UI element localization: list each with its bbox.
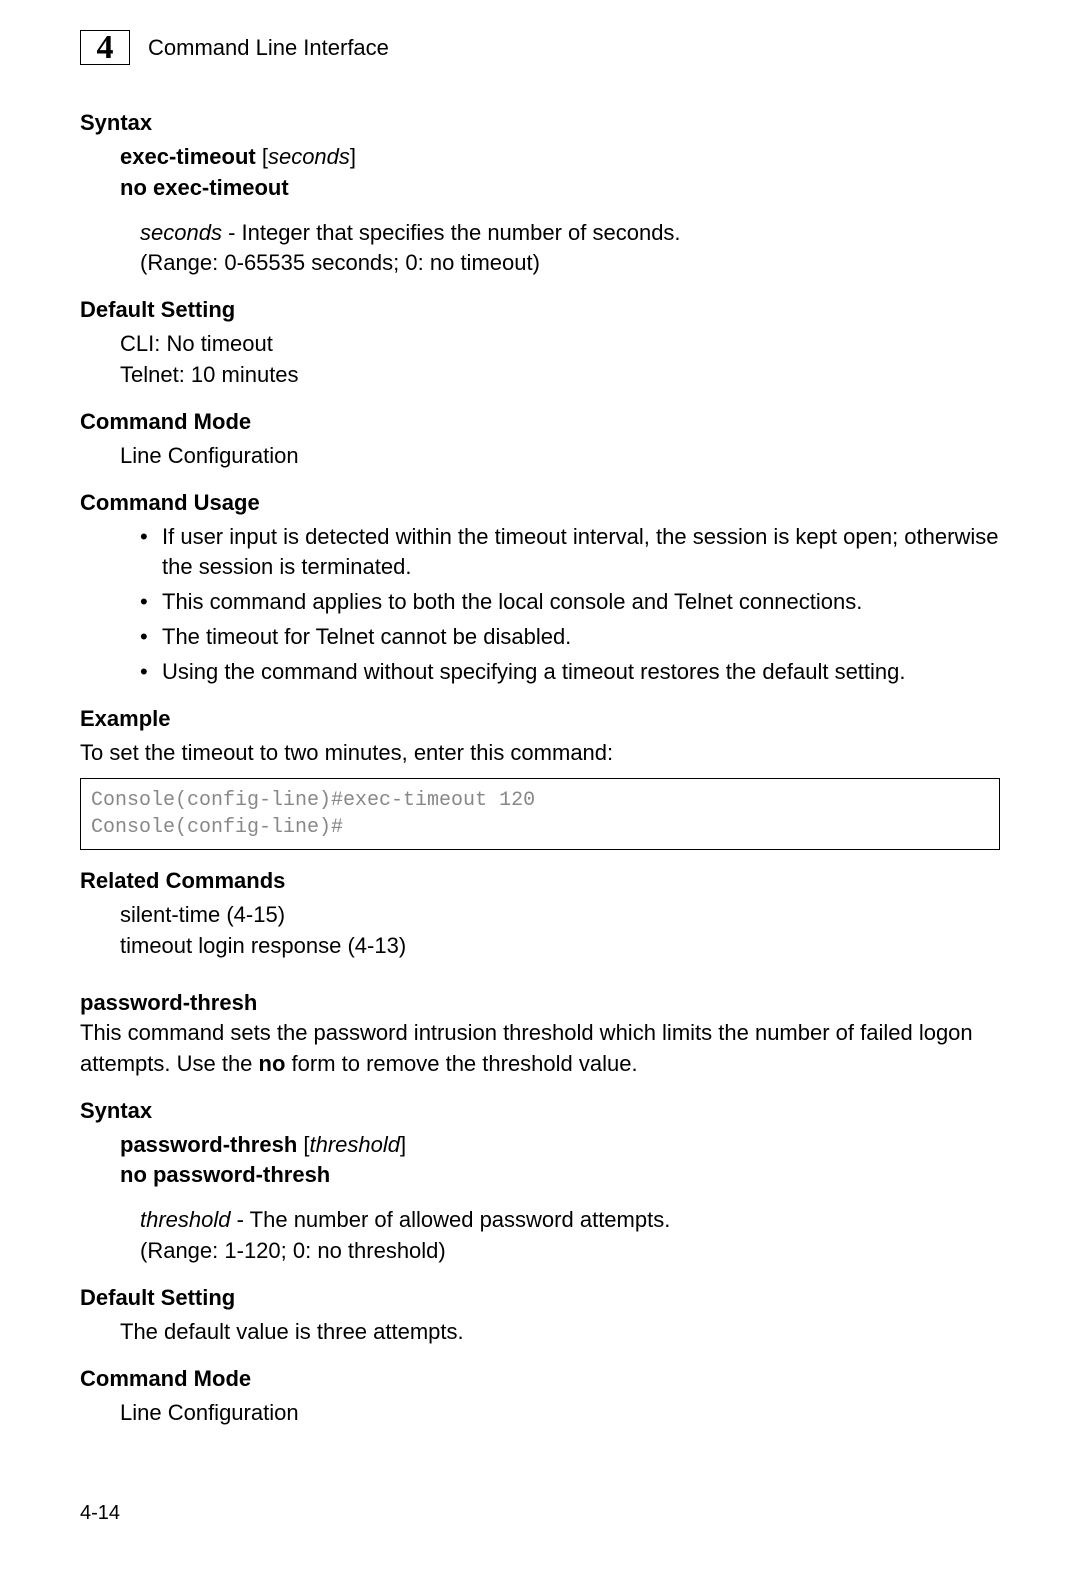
default-value: The default value is three attempts. [120, 1317, 1000, 1348]
related-command-1: silent-time (4-15) [120, 900, 1000, 931]
command-mode-value: Line Configuration [120, 441, 1000, 472]
syntax-line-1b: password-thresh [threshold] [120, 1130, 1000, 1161]
usage-list: If user input is detected within the tim… [140, 522, 1000, 688]
default-value-1: CLI: No timeout [120, 329, 1000, 360]
code-block: Console(config-line)#exec-timeout 120 Co… [80, 778, 1000, 850]
chapter-icon: 4 [80, 30, 130, 65]
param-desc-text: - Integer that specifies the number of s… [222, 220, 681, 245]
param-description-2: threshold - The number of allowed passwo… [140, 1205, 1000, 1236]
bracket-close: ] [350, 144, 356, 169]
default-setting-heading-2: Default Setting [80, 1285, 1000, 1311]
page-title: Command Line Interface [148, 35, 389, 61]
command-usage-heading: Command Usage [80, 490, 1000, 516]
related-command-2: timeout login response (4-13) [120, 931, 1000, 962]
desc-part-2: form to remove the threshold value. [285, 1051, 637, 1076]
desc-bold: no [259, 1051, 286, 1076]
example-heading: Example [80, 706, 1000, 732]
syntax-param: threshold [310, 1132, 401, 1157]
command-mode-heading-2: Command Mode [80, 1366, 1000, 1392]
related-commands-heading: Related Commands [80, 868, 1000, 894]
list-item: The timeout for Telnet cannot be disable… [140, 622, 1000, 653]
param-range: (Range: 0-65535 seconds; 0: no timeout) [140, 248, 1000, 279]
param-name: threshold [140, 1207, 231, 1232]
syntax-cmd: exec-timeout [120, 144, 256, 169]
page-header: 4 Command Line Interface [80, 30, 1000, 65]
param-range-2: (Range: 1-120; 0: no threshold) [140, 1236, 1000, 1267]
bracket-open: [ [297, 1132, 309, 1157]
syntax-param: seconds [268, 144, 350, 169]
param-desc-text: - The number of allowed password attempt… [231, 1207, 671, 1232]
syntax-heading-2: Syntax [80, 1098, 1000, 1124]
command-mode-value-2: Line Configuration [120, 1398, 1000, 1429]
syntax-line-2: no exec-timeout [120, 173, 1000, 204]
list-item: If user input is detected within the tim… [140, 522, 1000, 584]
syntax-cmd: password-thresh [120, 1132, 297, 1157]
syntax-heading: Syntax [80, 110, 1000, 136]
default-setting-heading: Default Setting [80, 297, 1000, 323]
list-item: Using the command without specifying a t… [140, 657, 1000, 688]
param-name: seconds [140, 220, 222, 245]
page-number: 4-14 [80, 1502, 120, 1525]
bracket-close: ] [400, 1132, 406, 1157]
list-item: This command applies to both the local c… [140, 587, 1000, 618]
param-description: seconds - Integer that specifies the num… [140, 218, 1000, 249]
default-value-2: Telnet: 10 minutes [120, 360, 1000, 391]
syntax-line-2b: no password-thresh [120, 1160, 1000, 1191]
chapter-number: 4 [97, 29, 114, 67]
command-mode-heading: Command Mode [80, 409, 1000, 435]
syntax-line-1: exec-timeout [seconds] [120, 142, 1000, 173]
example-description: To set the timeout to two minutes, enter… [80, 738, 1000, 769]
command-description: This command sets the password intrusion… [80, 1018, 1000, 1080]
command-title: password-thresh [80, 990, 1000, 1016]
bracket-open: [ [256, 144, 268, 169]
